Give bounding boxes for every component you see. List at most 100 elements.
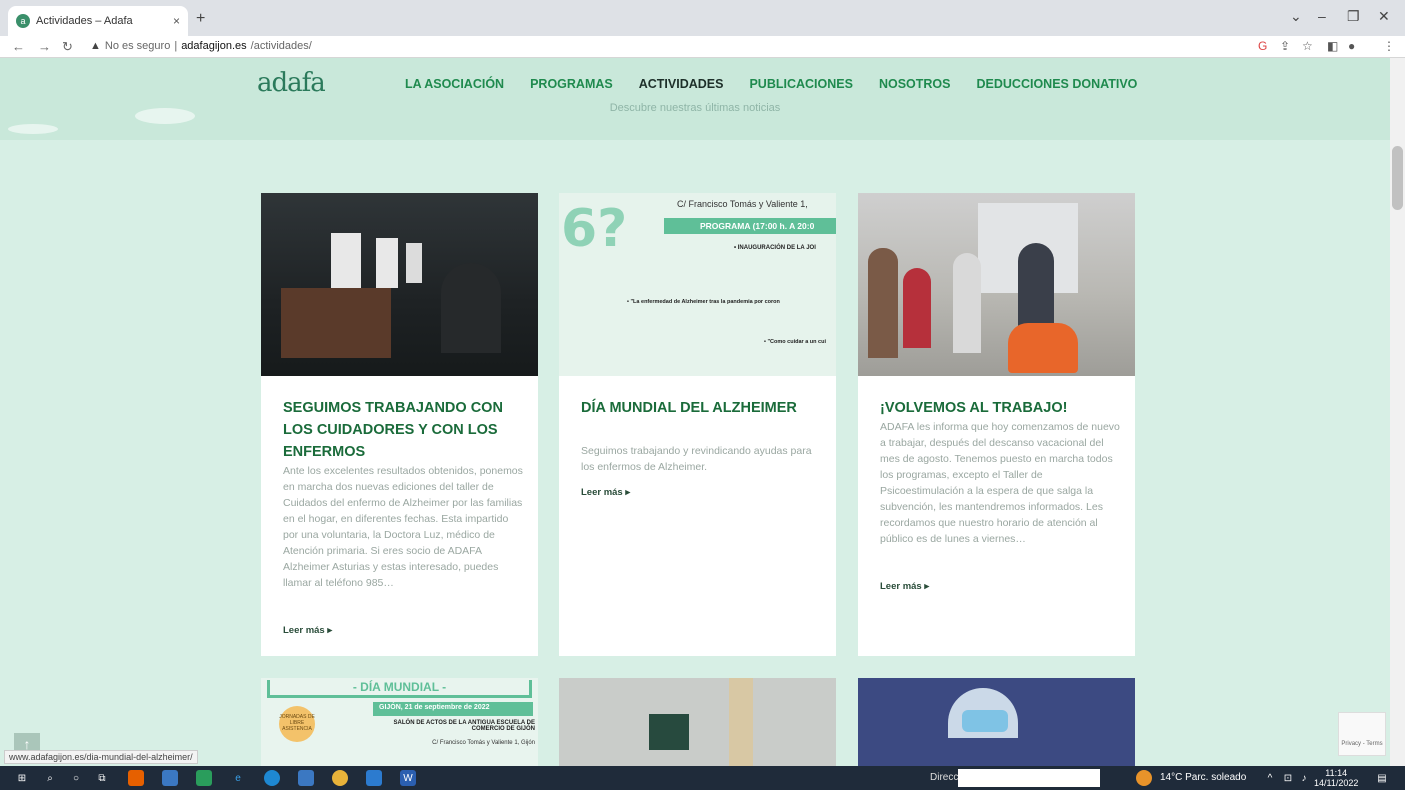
new-tab-button[interactable]: +: [196, 10, 205, 28]
news-card: 6? C/ Francisco Tomás y Valiente 1, PROG…: [559, 193, 836, 656]
card-title[interactable]: SEGUIMOS TRABAJANDO CON LOS CUIDADORES Y…: [283, 397, 523, 463]
card-image[interactable]: [858, 193, 1135, 376]
webpage: adafa LA ASOCIACIÓN PROGRAMAS ACTIVIDADE…: [0, 58, 1390, 766]
status-url: www.adafagijon.es/dia-mundial-del-alzhei…: [4, 750, 198, 764]
card-title[interactable]: DÍA MUNDIAL DEL ALZHEIMER: [581, 397, 821, 419]
windows-start-icon[interactable]: ⊞: [14, 770, 30, 786]
card-excerpt: Seguimos trabajando y revindicando ayuda…: [581, 445, 812, 473]
share-icon[interactable]: ⇪: [1280, 39, 1290, 53]
card-image[interactable]: [261, 193, 538, 376]
word-icon[interactable]: W: [400, 770, 416, 786]
poster-line: • INAUGURACIÓN DE LA JOI: [734, 245, 816, 251]
restore-icon[interactable]: ❐: [1347, 8, 1360, 25]
poster-address: C/ Francisco Tomás y Valiente 1,: [677, 199, 808, 209]
poster-venue: SALÓN DE ACTOS DE LA ANTIGUA ESCUELA DE …: [393, 720, 535, 732]
person-silhouette: [441, 263, 501, 353]
card-title[interactable]: ¡VOLVEMOS AL TRABAJO!: [880, 397, 1120, 419]
minimize-icon[interactable]: –: [1318, 8, 1326, 24]
edge-icon[interactable]: [264, 770, 280, 786]
face-mask: [962, 710, 1008, 732]
nav-publicaciones[interactable]: PUBLICACIONES: [749, 77, 852, 91]
forward-icon[interactable]: →: [38, 39, 51, 54]
warning-icon: ▲: [90, 40, 101, 52]
url-field[interactable]: ▲ No es seguro | adafagijon.es/actividad…: [90, 40, 312, 52]
store-icon[interactable]: [298, 770, 314, 786]
person-silhouette: [868, 248, 898, 358]
task-view-icon[interactable]: ⧉: [94, 770, 110, 786]
windows-taskbar: ⊞ ⌕ ○ ⧉ e W Dirección 14°C Parc. soleado…: [0, 766, 1405, 790]
sidepanel-icon[interactable]: ◧: [1327, 39, 1338, 53]
read-more-link[interactable]: Leer más ▸: [880, 581, 929, 592]
reload-icon[interactable]: ↻: [62, 39, 73, 55]
nav-actividades[interactable]: ACTIVIDADES: [639, 77, 724, 91]
adafa-favicon-icon: a: [16, 14, 30, 28]
poster-address: C/ Francisco Tomás y Valiente 1, Gijón: [432, 740, 535, 746]
clock-date: 14/11/2022: [1314, 778, 1359, 788]
network-icon[interactable]: ⊡: [1280, 770, 1296, 786]
cortana-icon[interactable]: ○: [68, 770, 84, 786]
app-icon[interactable]: [196, 770, 212, 786]
taskbar-clock[interactable]: 11:14 14/11/2022: [1314, 768, 1358, 788]
menu-icon[interactable]: ⋮: [1383, 39, 1395, 53]
table: [281, 288, 391, 358]
chrome-icon[interactable]: [332, 770, 348, 786]
person-silhouette: [903, 268, 931, 348]
site-logo[interactable]: adafa: [257, 68, 326, 98]
internet-explorer-icon[interactable]: e: [230, 770, 246, 786]
security-label: No es seguro: [104, 40, 171, 52]
outlook-icon[interactable]: [366, 770, 382, 786]
poster-date: GIJÓN, 21 de septiembre de 2022: [373, 702, 533, 716]
orange-chair: [1008, 323, 1078, 373]
browser-tab[interactable]: a Actividades – Adafa ×: [8, 6, 188, 36]
window: [331, 233, 361, 293]
news-card: [858, 678, 1135, 766]
nav-la-asociacion[interactable]: LA ASOCIACIÓN: [405, 77, 504, 91]
volume-icon[interactable]: ♪: [1296, 770, 1312, 786]
card-excerpt: ADAFA les informa que hoy comenzamos de …: [880, 421, 1120, 545]
address-toolbar-input[interactable]: [958, 769, 1100, 787]
notifications-icon[interactable]: ▤: [1374, 770, 1390, 786]
tray-chevron-icon[interactable]: ^: [1262, 770, 1278, 786]
scrollbar-thumb[interactable]: [1392, 146, 1403, 210]
window-close-icon[interactable]: ✕: [1378, 8, 1390, 25]
browser-tab-bar: a Actividades – Adafa × + ⌄ – ❐ ✕: [0, 0, 1405, 36]
poster-question-mark: 6?: [561, 199, 628, 259]
news-card: SEGUIMOS TRABAJANDO CON LOS CUIDADORES Y…: [261, 193, 538, 656]
poster-program: PROGRAMA (17:00 h. A 20:0: [664, 218, 836, 234]
address-bar: ← → ↻ ▲ No es seguro | adafagijon.es/act…: [0, 36, 1405, 58]
nav-programas[interactable]: PROGRAMAS: [530, 77, 613, 91]
bookmark-star-icon[interactable]: ☆: [1302, 39, 1313, 53]
tagline: Descubre nuestras últimas noticias: [609, 102, 781, 114]
google-icon[interactable]: G: [1258, 39, 1267, 53]
profile-icon[interactable]: ●: [1348, 39, 1355, 53]
decorative-leaf: [8, 124, 58, 134]
poster-title[interactable]: - DÍA MUNDIAL -: [267, 680, 532, 698]
weather-text[interactable]: 14°C Parc. soleado: [1160, 772, 1246, 783]
url-path: /actividades/: [250, 40, 312, 52]
back-icon[interactable]: ←: [12, 39, 25, 54]
search-icon[interactable]: ⌕: [42, 770, 58, 786]
weather-icon: [1136, 770, 1152, 786]
card-excerpt: Ante los excelentes resultados obtenidos…: [283, 465, 523, 589]
read-more-link[interactable]: Leer más ▸: [283, 625, 332, 636]
window: [406, 243, 422, 283]
nav-nosotros[interactable]: NOSOTROS: [879, 77, 951, 91]
news-card: [559, 678, 836, 766]
card-image[interactable]: 6? C/ Francisco Tomás y Valiente 1, PROG…: [559, 193, 836, 376]
clock-time: 11:14: [1325, 768, 1348, 778]
main-nav: LA ASOCIACIÓN PROGRAMAS ACTIVIDADES PUBL…: [405, 77, 1163, 91]
url-host: adafagijon.es: [181, 40, 247, 52]
news-card: - DÍA MUNDIAL - GIJÓN, 21 de septiembre …: [261, 678, 538, 766]
nav-deducciones-donativo[interactable]: DEDUCCIONES DONATIVO: [977, 77, 1138, 91]
read-more-link[interactable]: Leer más ▸: [581, 487, 630, 498]
tab-search-icon[interactable]: ⌄: [1290, 8, 1302, 25]
column: [729, 678, 753, 766]
tab-close-icon[interactable]: ×: [173, 14, 180, 28]
firefox-icon[interactable]: [128, 770, 144, 786]
photos-icon[interactable]: [162, 770, 178, 786]
recaptcha-badge[interactable]: Privacy - Terms: [1338, 712, 1386, 756]
poster-line: • "La enfermedad de Alzheimer tras la pa…: [627, 299, 780, 305]
page-scrollbar[interactable]: [1390, 58, 1405, 766]
card-image[interactable]: [649, 714, 689, 750]
poster-badge: JORNADAS DE LIBRE ASISTENCIA: [279, 706, 315, 742]
